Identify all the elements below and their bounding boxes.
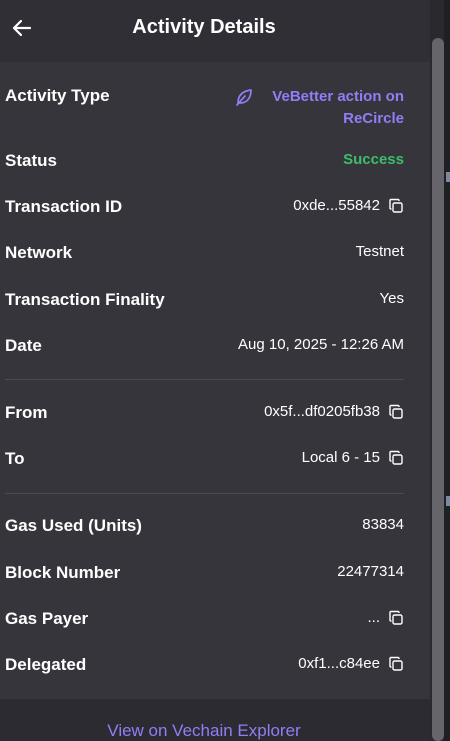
copy-transaction-id-button[interactable] <box>388 198 404 214</box>
divider <box>5 493 404 494</box>
copy-icon <box>389 198 403 213</box>
copy-icon <box>389 610 403 625</box>
copy-delegated-button[interactable] <box>388 656 404 672</box>
row-finality: Transaction Finality Yes <box>5 290 404 310</box>
label-status: Status <box>5 151 57 170</box>
scrollbar-thumb[interactable] <box>432 38 444 741</box>
copy-icon <box>389 450 403 465</box>
page-title: Activity Details <box>132 16 276 38</box>
activity-type-link[interactable]: VeBetter action on ReCircle <box>234 86 404 130</box>
to-value: Local 6 - 15 <box>301 449 380 466</box>
row-delegated: Delegated 0xf1...c84ee <box>5 655 404 675</box>
background-fragment <box>446 496 450 506</box>
activity-details-panel: Activity Details Activity Type VeBetter … <box>0 0 430 741</box>
background-fragment <box>446 172 450 182</box>
label-delegated: Delegated <box>5 655 87 674</box>
label-to: To <box>5 449 25 468</box>
finality-value: Yes <box>379 290 404 307</box>
delegated-value-group: 0xf1...c84ee <box>298 655 404 672</box>
footer: View on Vechain Explorer <box>0 699 430 741</box>
row-network: Network Testnet <box>5 243 404 263</box>
row-transaction-id: Transaction ID 0xde...55842 <box>5 197 404 217</box>
gas-payer-value-group: ... <box>367 609 404 626</box>
transaction-id-value: 0xde...55842 <box>293 197 380 214</box>
row-gas-payer: Gas Payer ... <box>5 609 404 629</box>
to-value-group: Local 6 - 15 <box>302 449 404 466</box>
label-activity-type: Activity Type <box>5 86 110 105</box>
delegated-value: 0xf1...c84ee <box>298 655 380 672</box>
copy-gas-payer-button[interactable] <box>388 610 404 626</box>
copy-icon <box>389 404 403 419</box>
row-from: From 0x5f...df0205fb38 <box>5 403 404 423</box>
label-gas-payer: Gas Payer <box>5 609 89 628</box>
header: Activity Details <box>0 0 430 62</box>
leaf-icon <box>236 89 252 106</box>
gas-payer-value: ... <box>367 609 380 626</box>
copy-from-button[interactable] <box>388 404 404 420</box>
label-gas-used: Gas Used (Units) <box>5 516 142 535</box>
block-number-value: 22477314 <box>337 563 404 580</box>
activity-type-value: VeBetter action on ReCircle <box>272 88 404 127</box>
row-status: Status Success <box>5 151 404 171</box>
label-network: Network <box>5 243 73 262</box>
status-badge: Success <box>343 151 404 168</box>
row-block-number: Block Number 22477314 <box>5 563 404 583</box>
label-block-number: Block Number <box>5 563 121 582</box>
row-date: Date Aug 10, 2025 - 12:26 AM <box>5 336 404 356</box>
copy-icon <box>389 656 403 671</box>
copy-to-button[interactable] <box>388 450 404 466</box>
label-finality: Transaction Finality <box>5 290 165 309</box>
label-from: From <box>5 403 48 422</box>
label-date: Date <box>5 336 42 355</box>
from-value-group: 0x5f...df0205fb38 <box>264 403 404 420</box>
row-activity-type: Activity Type VeBetter action on ReCircl… <box>5 86 404 130</box>
view-on-explorer-link[interactable]: View on Vechain Explorer <box>0 721 408 741</box>
details-list: Activity Type VeBetter action on ReCircl… <box>0 62 430 699</box>
row-gas-used: Gas Used (Units) 83834 <box>5 516 404 536</box>
divider <box>5 379 404 380</box>
date-value: Aug 10, 2025 - 12:26 AM <box>238 336 404 353</box>
background-app-edge <box>444 0 450 741</box>
label-transaction-id: Transaction ID <box>5 197 123 216</box>
transaction-id-value-group: 0xde...55842 <box>293 197 404 214</box>
from-value: 0x5f...df0205fb38 <box>264 403 380 420</box>
network-value: Testnet <box>355 243 404 260</box>
gas-used-value: 83834 <box>362 516 404 533</box>
row-to: To Local 6 - 15 <box>5 449 404 469</box>
